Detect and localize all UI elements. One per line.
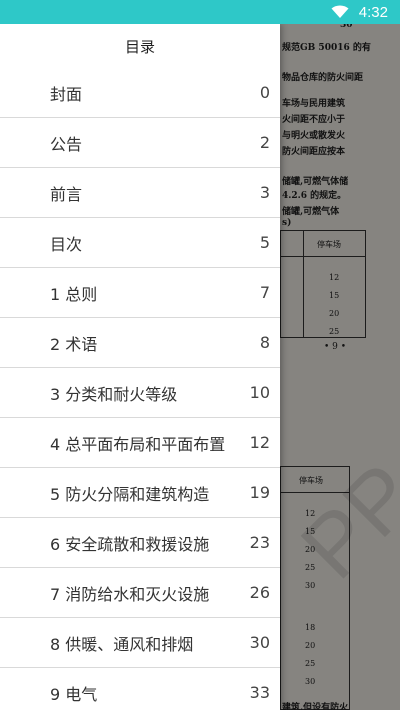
toc-item-label: 5 防火分隔和建筑构造 — [50, 484, 210, 504]
toc-item[interactable]: 3 分类和耐火等级 10 — [0, 368, 280, 418]
toc-item-label: 9 电气 — [50, 684, 98, 704]
wifi-icon — [331, 5, 349, 18]
toc-list: 封面 0 公告 2 前言 3 目次 5 1 总则 7 2 术语 8 3 分类和耐火等级 10 … — [0, 68, 280, 710]
toc-item-label: 封面 — [50, 84, 83, 104]
toc-item[interactable]: 6 安全疏散和救援设施 23 — [0, 518, 280, 568]
toc-item-page: 30 — [249, 633, 270, 652]
toc-item[interactable]: 4 总平面布局和平面布置 12 — [0, 418, 280, 468]
status-bar: 4:32 — [0, 0, 400, 24]
toc-item-page: 3 — [259, 183, 270, 202]
clock: 4:32 — [358, 3, 388, 21]
toc-item-page: 0 — [259, 83, 270, 102]
toc-item[interactable]: 8 供暖、通风和排烟 30 — [0, 618, 280, 668]
toc-item[interactable]: 1 总则 7 — [0, 268, 280, 318]
toc-item-page: 33 — [249, 683, 270, 702]
toc-item-page: 23 — [249, 533, 270, 552]
toc-item-page: 2 — [259, 133, 270, 152]
toc-item-page: 12 — [249, 433, 270, 452]
toc-item[interactable]: 5 防火分隔和建筑构造 19 — [0, 468, 280, 518]
toc-item[interactable]: 封面 0 — [0, 68, 280, 118]
toc-item[interactable]: 目次 5 — [0, 218, 280, 268]
toc-item-page: 7 — [259, 283, 270, 302]
toc-item-page: 26 — [249, 583, 270, 602]
toc-item-label: 6 安全疏散和救援设施 — [50, 534, 210, 554]
toc-item-page: 19 — [249, 483, 270, 502]
toc-item-label: 4 总平面布局和平面布置 — [50, 434, 226, 454]
toc-item-label: 3 分类和耐火等级 — [50, 384, 178, 404]
toc-item-label: 8 供暖、通风和排烟 — [50, 634, 194, 654]
toc-item-page: 5 — [259, 233, 270, 252]
toc-item-page: 10 — [249, 383, 270, 402]
toc-item-label: 目次 — [50, 234, 83, 254]
toc-item[interactable]: 2 术语 8 — [0, 318, 280, 368]
toc-item-label: 1 总则 — [50, 284, 98, 304]
toc-item-label: 前言 — [50, 184, 83, 204]
toc-item[interactable]: 前言 3 — [0, 168, 280, 218]
toc-item-label: 公告 — [50, 134, 83, 154]
toc-item-label: 2 术语 — [50, 334, 98, 354]
toc-item[interactable]: 9 电气 33 — [0, 668, 280, 710]
toc-item[interactable]: 7 消防给水和灭火设施 26 — [0, 568, 280, 618]
drawer-scrim[interactable] — [280, 24, 400, 710]
toc-item[interactable]: 公告 2 — [0, 118, 280, 168]
drawer-title: 目录 — [124, 37, 155, 56]
toc-item-page: 8 — [259, 333, 270, 352]
toc-item-label: 7 消防给水和灭火设施 — [50, 584, 210, 604]
toc-drawer: 目录 封面 0 公告 2 前言 3 目次 5 1 总则 7 2 术语 8 3 分类和耐火等级… — [0, 24, 280, 710]
